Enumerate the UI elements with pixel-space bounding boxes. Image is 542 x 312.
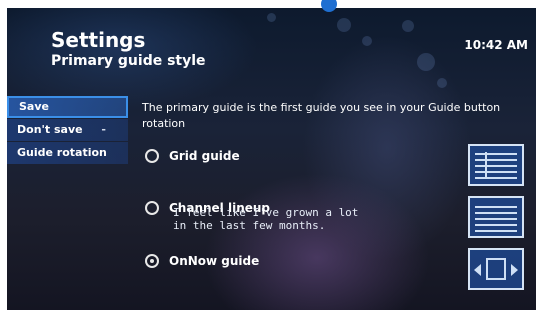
- menu-item-dont-save[interactable]: Don't save -: [7, 119, 128, 141]
- option-label: Grid guide: [169, 149, 240, 163]
- option-label: OnNow guide: [169, 254, 260, 268]
- radio-checked-icon[interactable]: [145, 254, 159, 268]
- menu-item-label: Don't save: [17, 123, 83, 136]
- radio-unchecked-icon[interactable]: [145, 149, 159, 163]
- menu-item-save[interactable]: Save: [7, 96, 128, 118]
- menu-item-guide-rotation[interactable]: Guide rotation: [7, 142, 128, 164]
- option-grid-guide[interactable]: Grid guide: [145, 146, 240, 166]
- description-text: The primary guide is the first guide you…: [142, 101, 501, 130]
- tv-screen: Settings Primary guide style 10:42 AM Sa…: [7, 8, 536, 310]
- page-title: Settings: [51, 28, 146, 52]
- menu-item-label: Guide rotation: [17, 146, 107, 159]
- channel-lineup-icon: [468, 196, 524, 238]
- minus-icon: -: [101, 123, 106, 136]
- page-subtitle: Primary guide style: [51, 53, 206, 69]
- side-menu: Save Don't save - Guide rotation: [7, 96, 128, 165]
- grid-guide-icon: [468, 144, 524, 186]
- closed-caption: I feel like I've grown a lot in the last…: [173, 206, 359, 232]
- clock: 10:42 AM: [464, 38, 528, 52]
- option-onnow-guide[interactable]: OnNow guide: [145, 251, 259, 271]
- menu-item-label: Save: [19, 100, 49, 113]
- radio-unchecked-icon[interactable]: [145, 201, 159, 215]
- onnow-guide-icon: [468, 248, 524, 290]
